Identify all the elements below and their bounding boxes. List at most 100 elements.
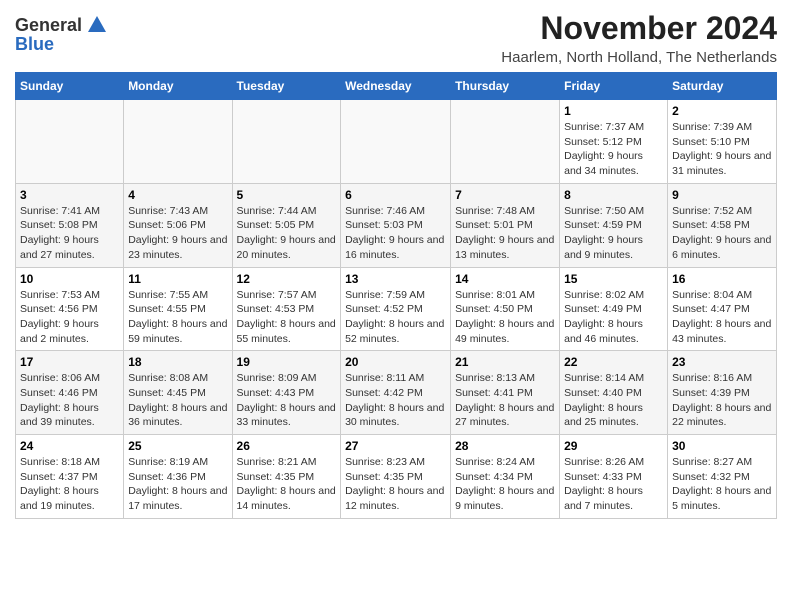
day-cell: 12 Sunrise: 7:57 AM Sunset: 4:53 PM Dayli… <box>232 267 341 351</box>
col-saturday: Saturday <box>668 73 777 100</box>
day-info: Sunrise: 8:04 AM Sunset: 4:47 PM Dayligh… <box>672 288 772 347</box>
day-number: 7 <box>455 188 555 202</box>
logo-general-text: General <box>15 15 82 36</box>
day-number: 24 <box>20 439 119 453</box>
day-number: 1 <box>564 104 663 118</box>
day-info: Sunrise: 7:48 AM Sunset: 5:01 PM Dayligh… <box>455 204 555 263</box>
week-row-2: 10 Sunrise: 7:53 AM Sunset: 4:56 PM Dayli… <box>16 267 777 351</box>
day-info: Sunrise: 8:11 AM Sunset: 4:42 PM Dayligh… <box>345 371 446 430</box>
day-number: 22 <box>564 355 663 369</box>
day-cell: 22 Sunrise: 8:14 AM Sunset: 4:40 PM Dayli… <box>560 351 668 435</box>
day-info: Sunrise: 7:41 AM Sunset: 5:08 PM Dayligh… <box>20 204 119 263</box>
day-info: Sunrise: 7:44 AM Sunset: 5:05 PM Dayligh… <box>237 204 337 263</box>
day-number: 23 <box>672 355 772 369</box>
week-row-3: 17Sunrise: 8:06 AM Sunset: 4:46 PM Dayli… <box>16 351 777 435</box>
day-info: Sunrise: 7:52 AM Sunset: 4:58 PM Dayligh… <box>672 204 772 263</box>
day-cell: 16 Sunrise: 8:04 AM Sunset: 4:47 PM Dayli… <box>668 267 777 351</box>
day-info: Sunrise: 8:13 AM Sunset: 4:41 PM Dayligh… <box>455 371 555 430</box>
day-cell: 18Sunrise: 8:08 AM Sunset: 4:45 PM Dayli… <box>124 351 232 435</box>
day-cell: 6 Sunrise: 7:46 AM Sunset: 5:03 PM Daylig… <box>341 183 451 267</box>
day-cell: 9Sunrise: 7:52 AM Sunset: 4:58 PM Daylig… <box>668 183 777 267</box>
header-row: Sunday Monday Tuesday Wednesday Thursday… <box>16 73 777 100</box>
day-cell: 21 Sunrise: 8:13 AM Sunset: 4:41 PM Dayli… <box>451 351 560 435</box>
day-info: Sunrise: 8:18 AM Sunset: 4:37 PM Dayligh… <box>20 455 119 514</box>
day-number: 10 <box>20 272 119 286</box>
day-number: 25 <box>128 439 227 453</box>
day-number: 12 <box>237 272 337 286</box>
day-number: 15 <box>564 272 663 286</box>
col-wednesday: Wednesday <box>341 73 451 100</box>
logo-blue-text: Blue <box>15 34 54 55</box>
day-cell <box>341 100 451 184</box>
day-cell: 7 Sunrise: 7:48 AM Sunset: 5:01 PM Daylig… <box>451 183 560 267</box>
day-info: Sunrise: 7:43 AM Sunset: 5:06 PM Dayligh… <box>128 204 227 263</box>
day-cell: 27 Sunrise: 8:23 AM Sunset: 4:35 PM Dayli… <box>341 435 451 519</box>
day-info: Sunrise: 8:23 AM Sunset: 4:35 PM Dayligh… <box>345 455 446 514</box>
day-cell: 8Sunrise: 7:50 AM Sunset: 4:59 PM Daylig… <box>560 183 668 267</box>
day-cell: 15Sunrise: 8:02 AM Sunset: 4:49 PM Dayli… <box>560 267 668 351</box>
day-cell: 24 Sunrise: 8:18 AM Sunset: 4:37 PM Dayli… <box>16 435 124 519</box>
day-cell: 14Sunrise: 8:01 AM Sunset: 4:50 PM Dayli… <box>451 267 560 351</box>
day-info: Sunrise: 8:21 AM Sunset: 4:35 PM Dayligh… <box>237 455 337 514</box>
day-cell: 19 Sunrise: 8:09 AM Sunset: 4:43 PM Dayli… <box>232 351 341 435</box>
day-cell: 28Sunrise: 8:24 AM Sunset: 4:34 PM Dayli… <box>451 435 560 519</box>
day-cell: 1 Sunrise: 7:37 AM Sunset: 5:12 PM Daylig… <box>560 100 668 184</box>
day-cell: 10 Sunrise: 7:53 AM Sunset: 4:56 PM Dayli… <box>16 267 124 351</box>
day-info: Sunrise: 7:55 AM Sunset: 4:55 PM Dayligh… <box>128 288 227 347</box>
day-info: Sunrise: 7:57 AM Sunset: 4:53 PM Dayligh… <box>237 288 337 347</box>
week-row-4: 24 Sunrise: 8:18 AM Sunset: 4:37 PM Dayli… <box>16 435 777 519</box>
day-info: Sunrise: 7:50 AM Sunset: 4:59 PM Dayligh… <box>564 204 663 263</box>
day-number: 6 <box>345 188 446 202</box>
day-number: 20 <box>345 355 446 369</box>
day-cell: 5Sunrise: 7:44 AM Sunset: 5:05 PM Daylig… <box>232 183 341 267</box>
day-cell: 23 Sunrise: 8:16 AM Sunset: 4:39 PM Dayli… <box>668 351 777 435</box>
day-number: 27 <box>345 439 446 453</box>
day-info: Sunrise: 7:46 AM Sunset: 5:03 PM Dayligh… <box>345 204 446 263</box>
day-number: 29 <box>564 439 663 453</box>
day-cell: 17Sunrise: 8:06 AM Sunset: 4:46 PM Dayli… <box>16 351 124 435</box>
day-number: 16 <box>672 272 772 286</box>
day-info: Sunrise: 8:16 AM Sunset: 4:39 PM Dayligh… <box>672 371 772 430</box>
calendar-table: Sunday Monday Tuesday Wednesday Thursday… <box>15 72 777 519</box>
col-friday: Friday <box>560 73 668 100</box>
day-cell: 2Sunrise: 7:39 AM Sunset: 5:10 PM Daylig… <box>668 100 777 184</box>
day-number: 17 <box>20 355 119 369</box>
day-cell: 30 Sunrise: 8:27 AM Sunset: 4:32 PM Dayli… <box>668 435 777 519</box>
day-info: Sunrise: 8:09 AM Sunset: 4:43 PM Dayligh… <box>237 371 337 430</box>
day-cell: 20 Sunrise: 8:11 AM Sunset: 4:42 PM Dayli… <box>341 351 451 435</box>
day-info: Sunrise: 7:59 AM Sunset: 4:52 PM Dayligh… <box>345 288 446 347</box>
day-number: 3 <box>20 188 119 202</box>
day-info: Sunrise: 8:08 AM Sunset: 4:45 PM Dayligh… <box>128 371 227 430</box>
day-cell: 3 Sunrise: 7:41 AM Sunset: 5:08 PM Daylig… <box>16 183 124 267</box>
day-number: 30 <box>672 439 772 453</box>
title-area: November 2024 Haarlem, North Holland, Th… <box>501 10 777 66</box>
day-number: 4 <box>128 188 227 202</box>
day-number: 11 <box>128 272 227 286</box>
day-info: Sunrise: 7:37 AM Sunset: 5:12 PM Dayligh… <box>564 120 663 179</box>
day-cell <box>451 100 560 184</box>
day-info: Sunrise: 7:53 AM Sunset: 4:56 PM Dayligh… <box>20 288 119 347</box>
day-info: Sunrise: 8:14 AM Sunset: 4:40 PM Dayligh… <box>564 371 663 430</box>
week-row-0: 1 Sunrise: 7:37 AM Sunset: 5:12 PM Daylig… <box>16 100 777 184</box>
day-cell <box>16 100 124 184</box>
day-info: Sunrise: 8:26 AM Sunset: 4:33 PM Dayligh… <box>564 455 663 514</box>
col-monday: Monday <box>124 73 232 100</box>
day-number: 19 <box>237 355 337 369</box>
day-cell: 13 Sunrise: 7:59 AM Sunset: 4:52 PM Dayli… <box>341 267 451 351</box>
day-cell <box>232 100 341 184</box>
day-cell: 26Sunrise: 8:21 AM Sunset: 4:35 PM Dayli… <box>232 435 341 519</box>
day-number: 13 <box>345 272 446 286</box>
day-number: 14 <box>455 272 555 286</box>
day-info: Sunrise: 8:19 AM Sunset: 4:36 PM Dayligh… <box>128 455 227 514</box>
col-thursday: Thursday <box>451 73 560 100</box>
col-tuesday: Tuesday <box>232 73 341 100</box>
day-number: 28 <box>455 439 555 453</box>
day-cell <box>124 100 232 184</box>
day-number: 21 <box>455 355 555 369</box>
day-info: Sunrise: 7:39 AM Sunset: 5:10 PM Dayligh… <box>672 120 772 179</box>
day-info: Sunrise: 8:27 AM Sunset: 4:32 PM Dayligh… <box>672 455 772 514</box>
day-cell: 11 Sunrise: 7:55 AM Sunset: 4:55 PM Dayli… <box>124 267 232 351</box>
col-sunday: Sunday <box>16 73 124 100</box>
day-cell: 4 Sunrise: 7:43 AM Sunset: 5:06 PM Daylig… <box>124 183 232 267</box>
logo-icon <box>86 14 108 36</box>
